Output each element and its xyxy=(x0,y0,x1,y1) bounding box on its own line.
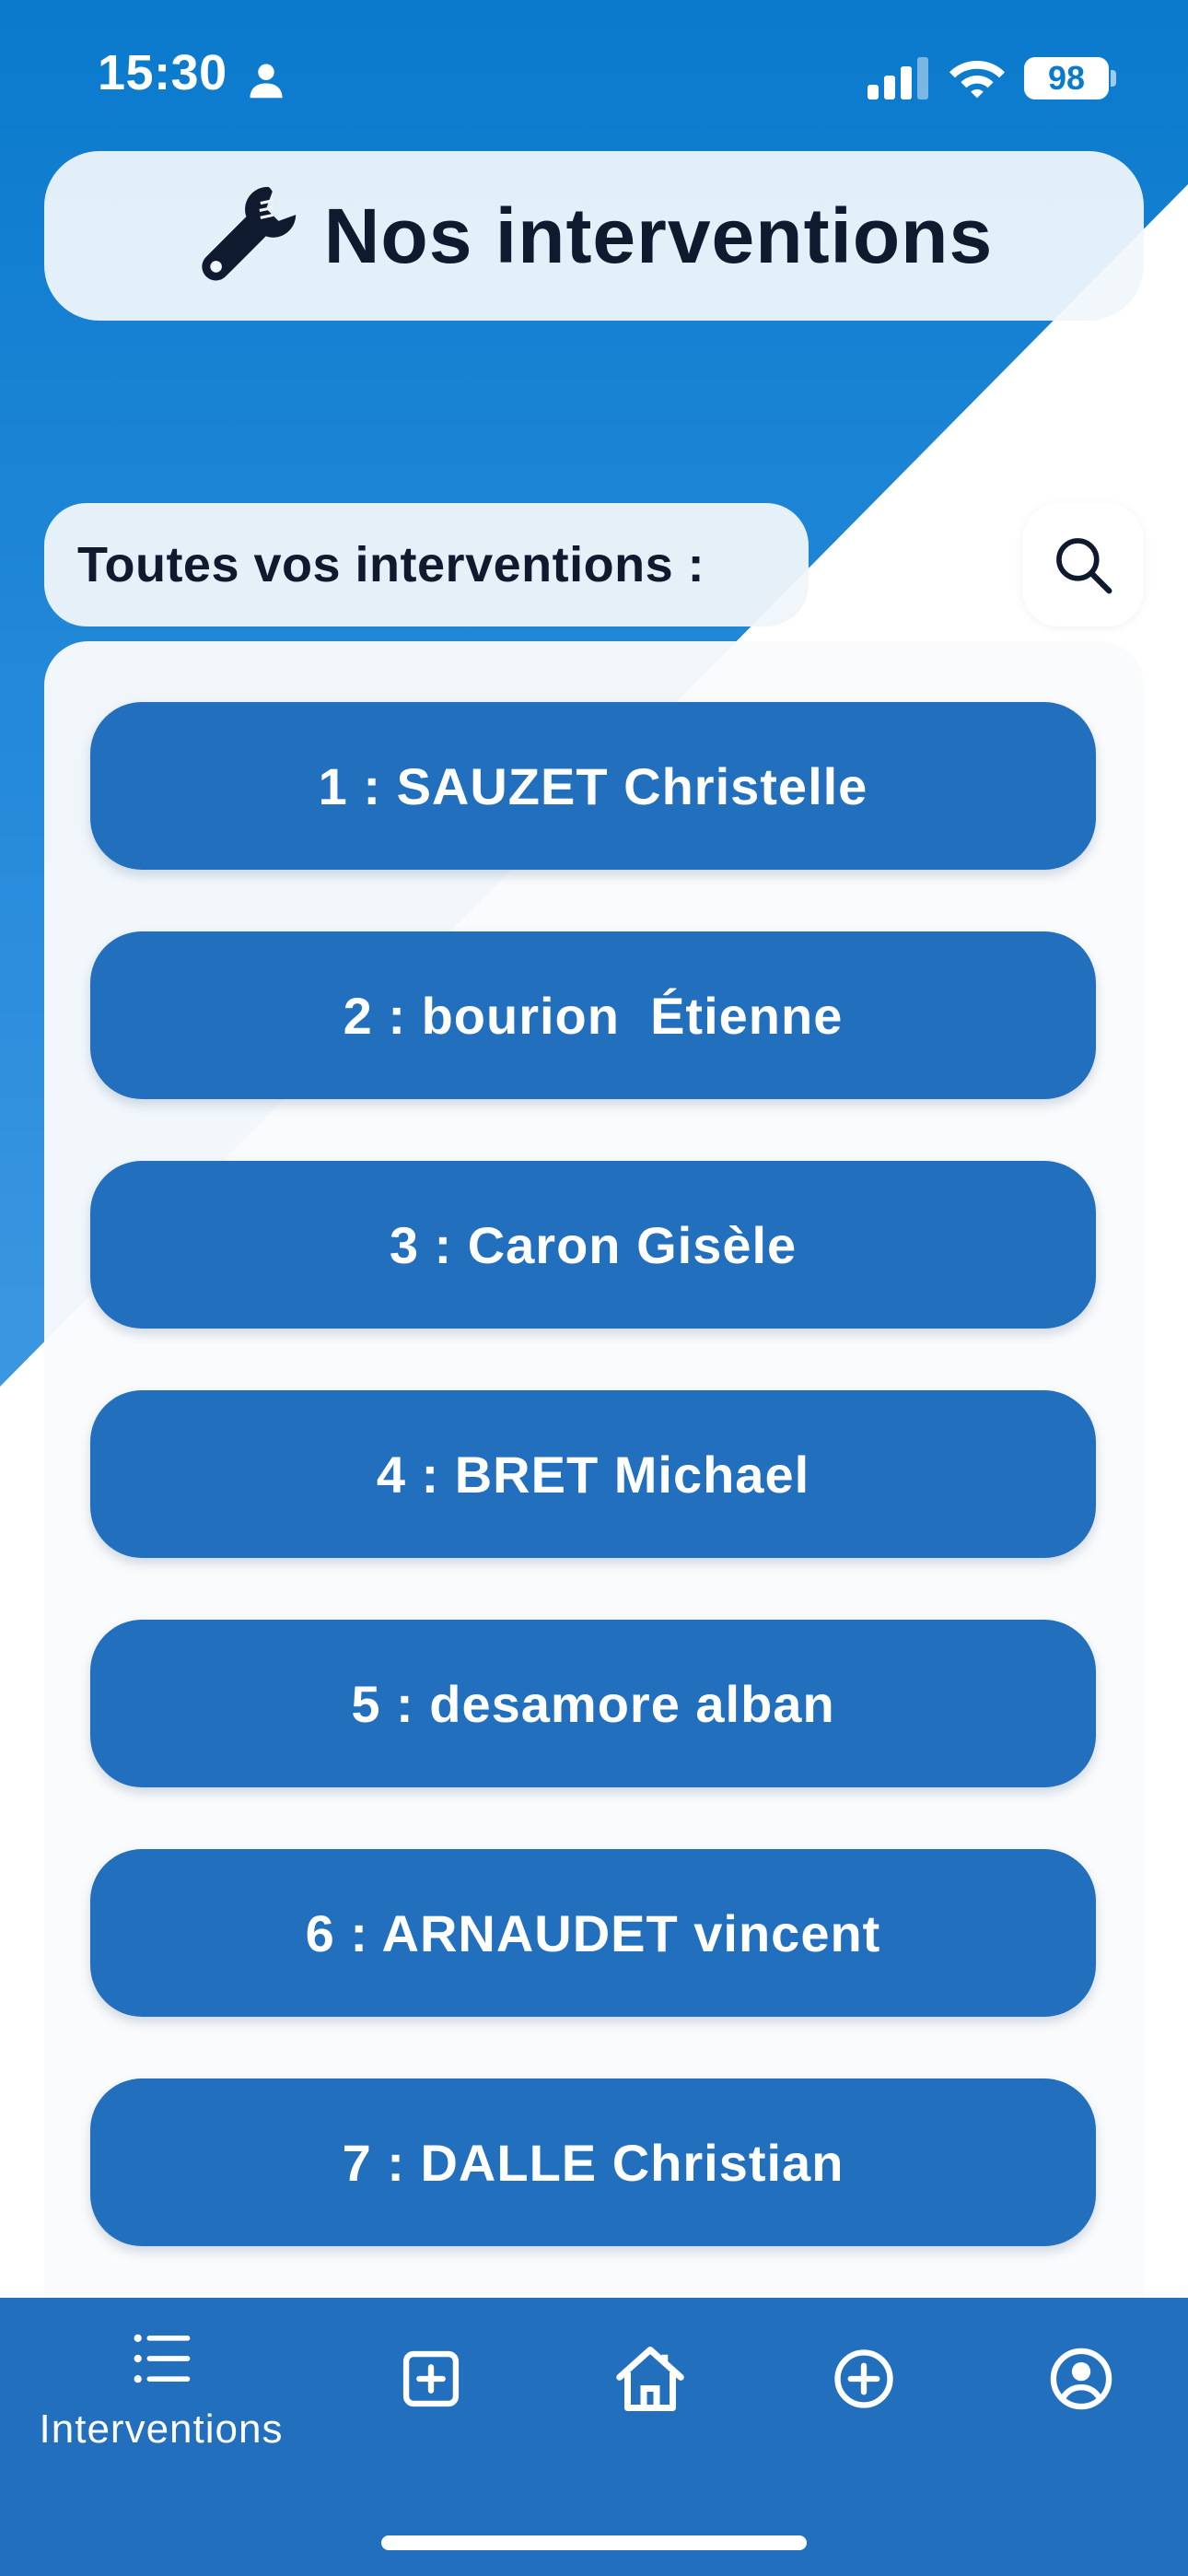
nav-account[interactable] xyxy=(1046,2344,1116,2414)
intervention-item-2[interactable]: 2 : bourion Étienne xyxy=(90,931,1096,1099)
intervention-item-6[interactable]: 6 : ARNAUDET vincent xyxy=(90,1849,1096,2017)
intervention-item-7[interactable]: 7 : DALLE Christian xyxy=(90,2078,1096,2246)
wrench-icon xyxy=(202,186,296,281)
search-icon xyxy=(1056,538,1112,594)
add-circle-icon xyxy=(834,2349,893,2408)
intervention-item-3[interactable]: 3 : Caron Gisèle xyxy=(90,1161,1096,1329)
battery-level: 98 xyxy=(1047,59,1086,97)
interventions-list: 1 : SAUZET Christelle 2 : bourion Étienn… xyxy=(44,641,1144,2300)
person-icon xyxy=(250,64,283,99)
wifi-icon xyxy=(949,61,1005,99)
nav-interventions-label: Interventions xyxy=(39,2406,284,2452)
status-bar: 15:30 98 xyxy=(0,0,1188,157)
battery-tip xyxy=(1111,70,1116,87)
search-button[interactable] xyxy=(1022,503,1144,626)
intervention-item-4[interactable]: 4 : BRET Michael xyxy=(90,1390,1096,1558)
add-square-icon xyxy=(402,2350,460,2407)
intervention-item-1[interactable]: 1 : SAUZET Christelle xyxy=(90,702,1096,870)
status-time: 15:30 xyxy=(98,45,227,100)
page-title: Nos interventions xyxy=(323,192,994,279)
nav-home[interactable] xyxy=(611,2340,689,2418)
bottom-navigation: Interventions xyxy=(0,2298,1188,2576)
list-icon xyxy=(134,2334,191,2383)
page-header: Nos interventions xyxy=(44,151,1144,321)
intervention-item-5[interactable]: 5 : desamore alban xyxy=(90,1620,1096,1787)
home-indicator xyxy=(381,2535,807,2550)
battery-icon: 98 xyxy=(1024,57,1109,100)
nav-add-circle[interactable] xyxy=(829,2344,899,2414)
home-icon xyxy=(616,2347,684,2411)
account-icon xyxy=(1050,2348,1112,2410)
nav-interventions[interactable]: Interventions xyxy=(20,2324,302,2453)
nav-add-square[interactable] xyxy=(396,2344,466,2414)
section-label: Toutes vos interventions : xyxy=(44,503,809,626)
signal-icon xyxy=(868,57,928,100)
